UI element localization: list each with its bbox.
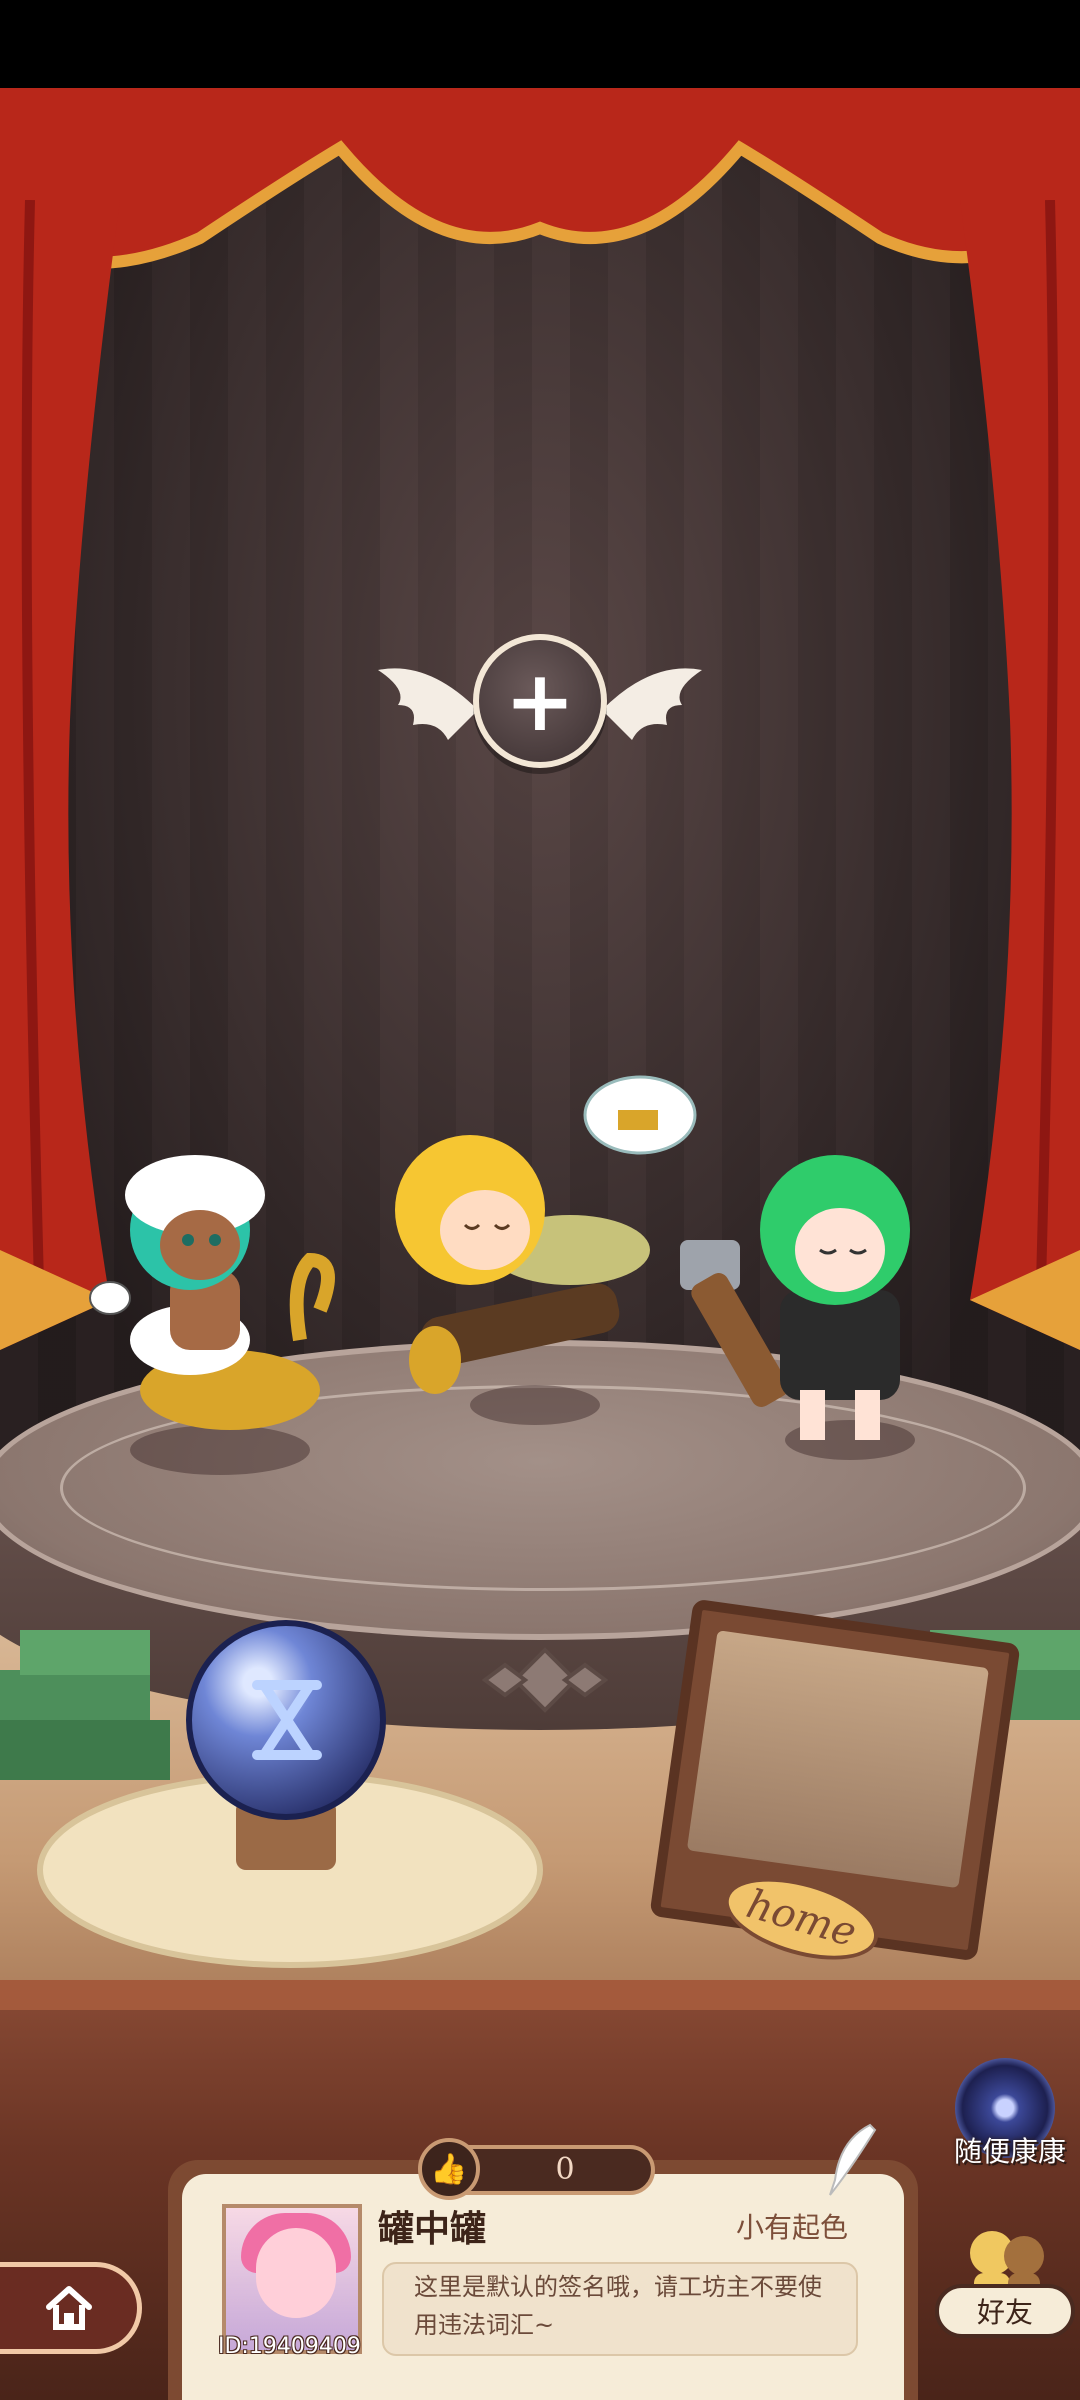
signature-text: 这里是默认的签名哦，请工坊主不要使用违法词汇~	[414, 2273, 822, 2339]
add-character-button[interactable]: +	[473, 634, 607, 768]
house-icon	[45, 2286, 92, 2330]
curtain-valance	[0, 88, 1080, 269]
rank-title: 小有起色	[736, 2211, 849, 2244]
home-frame-picture	[686, 1630, 990, 1889]
username: 罐中罐	[378, 2209, 487, 2250]
speech-bubble-icon	[89, 1281, 131, 1315]
genie-character[interactable]	[100, 1110, 340, 1450]
user-id: ID:19409409	[218, 2334, 361, 2359]
home-button[interactable]	[0, 2262, 142, 2354]
random-visit-label[interactable]: 随便康康	[940, 2130, 1080, 2170]
thumbs-up-icon[interactable]: 👍	[418, 2138, 480, 2200]
home-frame-button[interactable]: home	[649, 1598, 1021, 1976]
status-bar-area	[0, 0, 1080, 90]
like-count: 0	[555, 2152, 575, 2187]
right-curtain	[960, 200, 1080, 1350]
wood-trim	[0, 1980, 1080, 2010]
green-hammer-character[interactable]	[660, 1120, 960, 1450]
hourglass-icon	[252, 1680, 322, 1760]
feather-quill-icon[interactable]	[820, 2120, 880, 2200]
avatar-face	[256, 2228, 336, 2318]
avatar[interactable]	[222, 2204, 362, 2354]
game-screen: + home 随便康康 👍 0 ID:19409409 罐中罐 小有起色 这里是…	[0, 0, 1080, 2400]
platform-emblem-icon	[481, 1647, 609, 1713]
friends-button[interactable]: 好友	[935, 2284, 1075, 2338]
plus-icon: +	[504, 652, 576, 750]
